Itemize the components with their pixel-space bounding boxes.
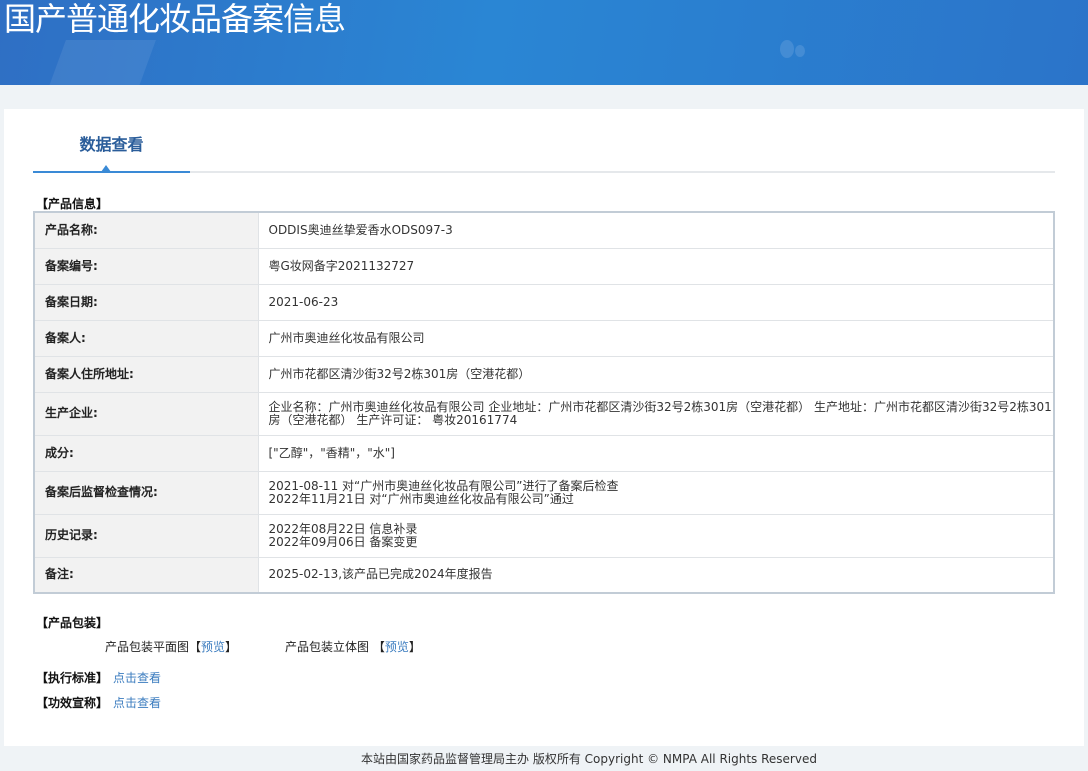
row-value-line: 2022年11月21日 对“广州市奥迪丝化妆品有限公司”通过 xyxy=(268,491,574,506)
row-value-line: 2021-08-11 对“广州市奥迪丝化妆品有限公司”进行了备案后检查 xyxy=(268,478,619,493)
row-value-line: 2022年09月06日 备案变更 xyxy=(268,534,418,549)
row-value: 2021-08-11 对“广州市奥迪丝化妆品有限公司”进行了备案后检查 2022年… xyxy=(258,471,1054,515)
table-row: 生产企业: 企业名称：广州市奥迪丝化妆品有限公司 企业地址：广州市花都区清沙街32… xyxy=(34,392,1054,436)
table-row: 备注: 2025-02-13,该产品已完成2024年度报告 xyxy=(34,557,1054,594)
row-value: 广州市花都区清沙街32号2栋301房（空港花都） xyxy=(258,356,1054,393)
row-label: 备注: xyxy=(34,557,259,594)
page-title: 国产普通化妆品备案信息 xyxy=(4,0,346,38)
row-value: 粤G妆网备字2021132727 xyxy=(258,248,1054,285)
section-standard: 【执行标准】 xyxy=(36,671,109,685)
banner-decoration xyxy=(44,40,156,85)
preview-flat-link[interactable]: 预览 xyxy=(201,640,225,654)
section-packaging: 【产品包装】 xyxy=(36,616,109,630)
content-card: 数据查看 【产品信息】 产品名称: ODDIS奥迪丝挚爱香水ODS097-3 备案编… xyxy=(4,109,1084,746)
header-banner: 国产普通化妆品备案信息 xyxy=(0,0,1088,85)
footer: 本站由国家药品监督管理局主办 版权所有 Copyright © NMPA All… xyxy=(361,752,817,766)
efficacy-view-link[interactable]: 点击查看 xyxy=(113,694,161,711)
table-row: 备案后监督检查情况: 2021-08-11 对“广州市奥迪丝化妆品有限公司”进行了… xyxy=(34,471,1054,515)
row-label: 备案人: xyxy=(34,320,259,357)
tab-label: 数据查看 xyxy=(79,135,144,154)
table-row: 成分: ["乙醇"，"香精"，"水"] xyxy=(34,435,1054,472)
table-row: 历史记录: 2022年08月22日 信息补录 2022年09月06日 备案变更 xyxy=(34,514,1054,558)
bracket: 【 xyxy=(189,640,202,654)
package-flat: 产品包装平面图【预览】 xyxy=(105,638,237,655)
row-value: 2022年08月22日 信息补录 2022年09月06日 备案变更 xyxy=(258,514,1054,558)
row-value: 2025-02-13,该产品已完成2024年度报告 xyxy=(258,557,1054,594)
standard-view-link[interactable]: 点击查看 xyxy=(113,669,161,686)
package-flat-label: 产品包装平面图 xyxy=(105,640,190,654)
tab-bar: 数据查看 xyxy=(33,109,1055,173)
package-solid: 产品包装立体图 【预览】 xyxy=(285,638,421,655)
bracket: 】 xyxy=(225,640,238,654)
row-label: 备案后监督检查情况: xyxy=(34,471,259,515)
bracket: 【 xyxy=(372,640,385,654)
row-label: 生产企业: xyxy=(34,392,259,436)
row-label: 备案编号: xyxy=(34,248,259,285)
row-value-line: 2022年08月22日 信息补录 xyxy=(268,521,418,536)
section-efficacy: 【功效宣称】 xyxy=(36,696,109,710)
row-label: 产品名称: xyxy=(34,212,259,249)
row-label: 备案人住所地址: xyxy=(34,356,259,393)
table-row: 备案日期: 2021-06-23 xyxy=(34,284,1054,321)
row-value: 企业名称：广州市奥迪丝化妆品有限公司 企业地址：广州市花都区清沙街32号2栋30… xyxy=(258,392,1054,436)
tab-data-view[interactable]: 数据查看 xyxy=(33,133,190,173)
table-row: 产品名称: ODDIS奥迪丝挚爱香水ODS097-3 xyxy=(34,212,1054,249)
banner-decoration xyxy=(795,45,805,57)
table-row: 备案编号: 粤G妆网备字2021132727 xyxy=(34,248,1054,285)
package-solid-label: 产品包装立体图 xyxy=(285,640,370,654)
table-row: 备案人: 广州市奥迪丝化妆品有限公司 xyxy=(34,320,1054,357)
row-value: 广州市奥迪丝化妆品有限公司 xyxy=(258,320,1054,357)
row-label: 成分: xyxy=(34,435,259,472)
section-product-info: 【产品信息】 xyxy=(36,197,109,211)
bracket: 】 xyxy=(408,640,421,654)
row-value: ODDIS奥迪丝挚爱香水ODS097-3 xyxy=(258,212,1054,249)
row-label: 备案日期: xyxy=(34,284,259,321)
product-info-table: 产品名称: ODDIS奥迪丝挚爱香水ODS097-3 备案编号: 粤G妆网备字2021… xyxy=(33,211,1055,594)
row-value: ["乙醇"，"香精"，"水"] xyxy=(258,435,1054,472)
banner-decoration xyxy=(780,40,794,58)
row-value: 2021-06-23 xyxy=(258,284,1054,321)
caret-up-icon xyxy=(101,165,111,172)
preview-solid-link[interactable]: 预览 xyxy=(385,640,409,654)
table-row: 备案人住所地址: 广州市花都区清沙街32号2栋301房（空港花都） xyxy=(34,356,1054,393)
row-label: 历史记录: xyxy=(34,514,259,558)
